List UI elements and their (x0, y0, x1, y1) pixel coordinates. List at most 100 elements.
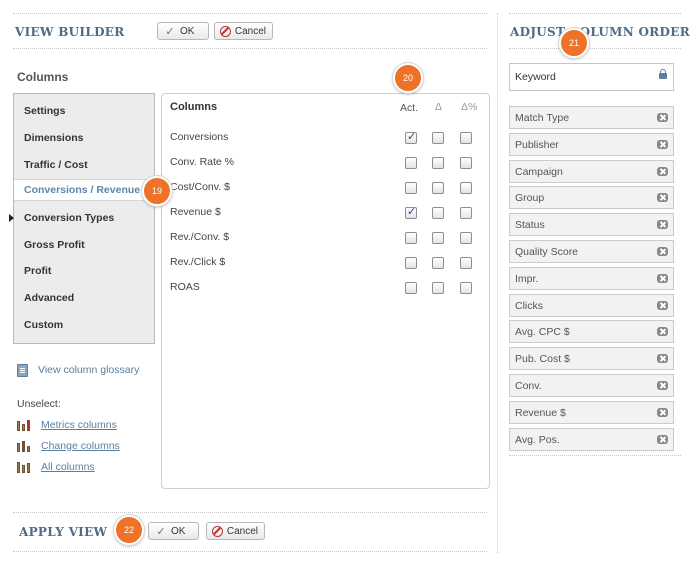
delta-checkbox[interactable] (432, 232, 444, 244)
all-columns-icon (17, 461, 33, 473)
unselect-change-columns-link[interactable]: Change columns (41, 440, 120, 452)
column-header-actual: Act. (400, 102, 419, 114)
apply-view-ok-button[interactable]: ✓ OK (148, 522, 199, 540)
cancel-label: Cancel (234, 25, 266, 37)
nav-item-traffic-cost[interactable]: Traffic / Cost (14, 154, 154, 176)
nav-item-conversion-types[interactable]: Conversion Types (9, 207, 154, 229)
actual-checkbox[interactable] (405, 282, 417, 294)
column-order-label: Clicks (515, 299, 543, 312)
remove-icon[interactable] (657, 113, 668, 122)
actual-checkbox[interactable] (405, 205, 417, 219)
remove-icon[interactable] (657, 140, 668, 149)
delta-percent-checkbox[interactable] (460, 157, 472, 169)
nav-item-conversions-revenue[interactable]: Conversions / Revenue (14, 179, 160, 201)
cancel-label: Cancel (226, 525, 258, 537)
column-row-label: Conv. Rate % (170, 156, 234, 168)
column-order-item[interactable]: Avg. CPC $ (509, 320, 674, 343)
column-row-label: Rev./Conv. $ (170, 231, 230, 243)
callout-badge-22: 22 (114, 515, 144, 545)
remove-icon[interactable] (657, 301, 668, 310)
column-order-item[interactable]: Avg. Pos. (509, 428, 674, 451)
apply-view-cancel-button[interactable]: Cancel (206, 522, 265, 540)
column-order-item[interactable]: Impr. (509, 267, 674, 290)
apply-top-separator (13, 512, 487, 513)
delta-checkbox[interactable] (432, 132, 444, 144)
callout-badge-21: 21 (559, 28, 589, 58)
apply-view-title: APPLY VIEW (19, 525, 108, 539)
right-bottom-separator (509, 455, 681, 456)
column-order-item[interactable]: Pub. Cost $ (509, 347, 674, 370)
callout-badge-20: 20 (393, 63, 423, 93)
remove-icon[interactable] (657, 381, 668, 390)
column-order-label: Conv. (515, 379, 542, 392)
actual-checkbox[interactable] (405, 157, 417, 169)
column-order-item[interactable]: Campaign (509, 160, 674, 183)
column-order-label: Avg. Pos. (515, 433, 560, 446)
delta-checkbox[interactable] (432, 157, 444, 169)
remove-icon[interactable] (657, 435, 668, 444)
remove-icon[interactable] (657, 274, 668, 283)
column-row-label: Revenue $ (170, 206, 221, 218)
column-order-label: Impr. (515, 272, 539, 285)
delta-percent-checkbox[interactable] (460, 257, 472, 269)
actual-checkbox[interactable] (405, 182, 417, 194)
view-builder-separator (13, 48, 487, 49)
unselect-metrics-columns-link[interactable]: Metrics columns (41, 419, 117, 431)
column-order-label: Campaign (515, 165, 563, 178)
delta-checkbox[interactable] (432, 282, 444, 294)
nav-item-advanced[interactable]: Advanced (14, 287, 154, 309)
column-order-label: Quality Score (515, 245, 579, 258)
column-row-label: Rev./Click $ (170, 256, 226, 268)
locked-column-label: Keyword (515, 71, 556, 83)
glossary-book-icon (17, 364, 28, 377)
delta-percent-checkbox[interactable] (460, 207, 472, 219)
delta-checkbox[interactable] (432, 207, 444, 219)
nav-item-gross-profit[interactable]: Gross Profit (14, 234, 154, 256)
column-order-label: Group (515, 191, 545, 204)
cancel-icon (220, 25, 231, 37)
remove-icon[interactable] (657, 193, 668, 202)
column-order-item[interactable]: Quality Score (509, 240, 674, 263)
remove-icon[interactable] (657, 220, 668, 229)
locked-column-keyword: Keyword (509, 63, 674, 91)
nav-item-dimensions[interactable]: Dimensions (14, 127, 154, 149)
top-separator (13, 13, 487, 14)
remove-icon[interactable] (657, 408, 668, 417)
nav-item-custom[interactable]: Custom (14, 314, 154, 336)
column-order-item[interactable]: Group (509, 186, 674, 209)
ok-label: OK (180, 25, 195, 37)
column-order-item[interactable]: Status (509, 213, 674, 236)
ok-label: OK (171, 525, 186, 537)
column-header-delta: Δ (435, 101, 443, 113)
delta-checkbox[interactable] (432, 182, 444, 194)
delta-percent-checkbox[interactable] (460, 132, 472, 144)
actual-checkbox[interactable] (405, 232, 417, 244)
column-order-item[interactable]: Conv. (509, 374, 674, 397)
column-order-item[interactable]: Match Type (509, 106, 674, 129)
metrics-columns-icon (17, 419, 33, 431)
delta-percent-checkbox[interactable] (460, 232, 472, 244)
nav-item-profit[interactable]: Profit (14, 260, 154, 282)
view-builder-cancel-button[interactable]: Cancel (214, 22, 273, 40)
delta-percent-checkbox[interactable] (460, 182, 472, 194)
view-column-glossary-link[interactable]: View column glossary (38, 364, 139, 376)
view-builder-ok-button[interactable]: ✓ OK (157, 22, 209, 40)
columns-heading: Columns (17, 70, 69, 84)
actual-checkbox[interactable] (405, 130, 417, 144)
unselect-all-columns-link[interactable]: All columns (41, 461, 95, 473)
column-order-item[interactable]: Revenue $ (509, 401, 674, 424)
column-order-item[interactable]: Clicks (509, 294, 674, 317)
remove-icon[interactable] (657, 354, 668, 363)
column-order-label: Status (515, 218, 545, 231)
remove-icon[interactable] (657, 327, 668, 336)
delta-checkbox[interactable] (432, 257, 444, 269)
cancel-icon (212, 525, 223, 537)
delta-percent-checkbox[interactable] (460, 282, 472, 294)
nav-item-settings[interactable]: Settings (14, 100, 154, 122)
remove-icon[interactable] (657, 167, 668, 176)
column-order-item[interactable]: Publisher (509, 133, 674, 156)
check-icon: ✓ (165, 25, 175, 38)
actual-checkbox[interactable] (405, 257, 417, 269)
change-columns-icon (17, 440, 33, 452)
remove-icon[interactable] (657, 247, 668, 256)
